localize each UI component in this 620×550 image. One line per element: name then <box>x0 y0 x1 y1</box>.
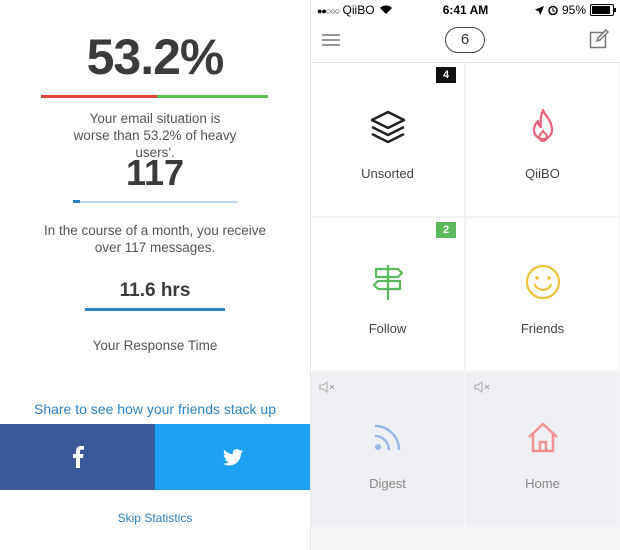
tile-label: Follow <box>368 321 407 336</box>
messages-bar-fill <box>73 200 80 203</box>
stats-panel: 53.2% Your email situation is worse than… <box>0 0 310 550</box>
tile-home[interactable]: Home <box>466 373 619 526</box>
response-stat: 11.6 hrs <box>119 280 191 301</box>
response-description: Your Response Time <box>92 338 218 353</box>
tile-digest[interactable]: Digest <box>311 373 464 526</box>
flame-icon <box>532 108 554 142</box>
percent-bar-green <box>157 95 268 98</box>
tile-qiibo[interactable]: QiiBO <box>466 63 619 216</box>
twitter-share-button[interactable] <box>155 424 310 490</box>
location-arrow-icon <box>534 5 544 15</box>
nav-bar: 6 <box>311 20 620 63</box>
tile-label: Home <box>525 476 560 491</box>
twitter-icon <box>222 448 243 465</box>
tile-friends[interactable]: Friends <box>466 218 619 371</box>
signpost-icon <box>372 265 404 300</box>
messages-stat: 117 <box>125 152 185 193</box>
status-right: 95% <box>534 3 616 17</box>
menu-icon[interactable] <box>322 31 340 47</box>
tile-label: Friends <box>520 321 565 336</box>
tile-unsorted[interactable]: 4 Unsorted <box>311 63 464 216</box>
home-icon <box>528 422 558 453</box>
facebook-icon <box>72 446 84 468</box>
tile-label: Digest <box>369 476 406 491</box>
tile-label: Unsorted <box>361 166 414 181</box>
layers-icon <box>370 110 406 144</box>
percent-bar-red <box>41 95 157 98</box>
app-screen: ●●○○○ QiiBO 6:41 AM 95% 6 4 Unsorted Qii… <box>311 0 620 550</box>
battery-icon <box>590 4 616 16</box>
follow-badge: 2 <box>436 222 456 238</box>
status-bar: ●●○○○ QiiBO 6:41 AM 95% <box>311 0 620 20</box>
facebook-share-button[interactable] <box>0 424 155 490</box>
messages-description: In the course of a month, you receive ov… <box>43 223 267 255</box>
mute-icon <box>319 381 335 393</box>
tile-follow[interactable]: 2 Follow <box>311 218 464 371</box>
mute-icon <box>474 381 490 393</box>
rss-icon <box>374 424 401 451</box>
response-bar <box>85 308 225 311</box>
unsorted-badge: 4 <box>436 67 456 83</box>
alarm-icon <box>548 5 558 15</box>
battery-percent: 95% <box>561 3 586 17</box>
compose-icon[interactable] <box>589 29 609 49</box>
smiley-icon <box>525 264 561 300</box>
tile-label: QiiBO <box>525 166 560 181</box>
messages-bar-track <box>73 201 238 203</box>
message-count-pill[interactable]: 6 <box>445 27 485 53</box>
skip-statistics-link[interactable]: Skip Statistics <box>0 511 310 525</box>
percent-stat: 53.2% <box>86 29 225 85</box>
share-prompt: Share to see how your friends stack up <box>33 401 277 417</box>
